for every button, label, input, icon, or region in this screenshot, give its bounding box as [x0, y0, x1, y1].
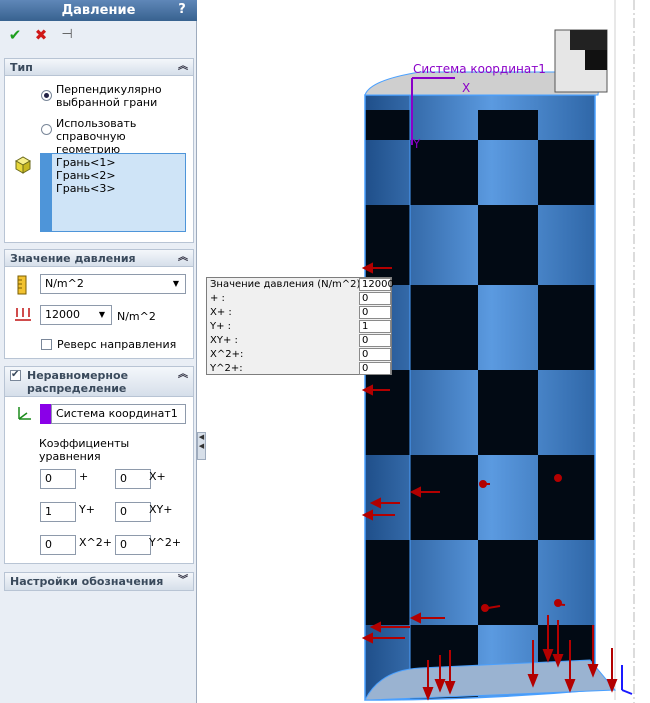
coef-y-input[interactable]: 1 [40, 502, 76, 522]
pressure-icon [15, 308, 31, 321]
coord-system-field[interactable]: Система координат1 [51, 404, 186, 424]
symbol-settings-title: Настройки обозначения [10, 575, 164, 588]
pressure-value-input[interactable]: 12000 ▼ [40, 305, 112, 325]
pin-button[interactable]: ⊣ [58, 26, 76, 44]
panel-title: Давление [0, 0, 197, 21]
coordinate-triad-icon [18, 407, 31, 420]
coef-y2-input[interactable]: 0 [115, 535, 151, 555]
equation-coefficients-label: Коэффициенты уравнения [39, 437, 130, 463]
pressure-value-text: 12000 [45, 308, 80, 321]
cancel-button[interactable]: ✖ [32, 26, 50, 44]
table-row: Значение давления (N/m^2): 12000 [207, 278, 394, 292]
row-value: 0 [359, 362, 391, 375]
row-label: Y+ : [210, 321, 232, 332]
type-group-header[interactable]: Тип ︽ [5, 59, 193, 76]
axis-x-label: X [462, 81, 470, 95]
radio-perpendicular-label: Перпендикулярно выбранной грани [56, 83, 162, 109]
symbol-settings-group: Настройки обозначения ︾ [4, 572, 194, 591]
row-label: Y^2+: [210, 363, 243, 374]
coord-system-value: Система координат1 [56, 407, 178, 420]
origin-triad [621, 665, 633, 695]
expand-chevron-icon[interactable]: ︾ [177, 573, 189, 589]
row-value: 12000 [359, 278, 394, 291]
row-value: 0 [359, 292, 391, 305]
face-cube-icon [14, 156, 32, 174]
coef-constant-input[interactable]: 0 [40, 469, 76, 489]
row-label: X+ : [210, 307, 232, 318]
symbol-settings-header[interactable]: Настройки обозначения ︾ [5, 573, 193, 590]
faces-selection-list[interactable]: Грань<1> Грань<2> Грань<3> [51, 153, 186, 232]
list-item[interactable]: Грань<2> [56, 169, 181, 182]
row-value: 1 [359, 320, 391, 333]
axis-y-label: Y [412, 137, 421, 151]
panel-splitter-handle[interactable]: ◀ ◀ [197, 432, 206, 460]
reverse-direction-checkbox[interactable] [41, 339, 52, 350]
collapse-chevron-icon[interactable]: ︽ [177, 250, 189, 266]
coef-x-value: 0 [120, 472, 127, 485]
list-item[interactable]: Грань<1> [56, 156, 181, 169]
nonuniform-title: Неравномерное распределение [27, 369, 129, 395]
pressure-value-title: Значение давления [10, 252, 136, 265]
coef-constant-label: + [79, 470, 89, 483]
nonuniform-header[interactable]: ✔ Неравномерное распределение ︽ [5, 367, 193, 397]
coord-system-label: Система координат1 [413, 62, 546, 76]
property-manager-panel: Давление ? ✔ ✖ ⊣ Тип ︽ Перпендикулярно в… [0, 0, 197, 703]
checkmark-icon: ✔ [11, 369, 20, 380]
coef-x-input[interactable]: 0 [115, 469, 151, 489]
coef-x2-value: 0 [45, 538, 52, 551]
row-value: 0 [359, 334, 391, 347]
coef-y-value: 1 [45, 505, 52, 518]
radio-reference-geometry[interactable] [41, 124, 52, 135]
units-select-value: N/m^2 [45, 277, 84, 290]
row-label: Значение давления (N/m^2): [210, 279, 364, 290]
coef-xy-input[interactable]: 0 [115, 502, 151, 522]
pressure-value-header[interactable]: Значение давления ︽ [5, 250, 193, 267]
coef-y-label: Y+ [79, 503, 95, 516]
table-row: + : 0 [207, 292, 391, 306]
coef-xy-label: XY+ [149, 503, 173, 516]
list-item[interactable]: Грань<3> [56, 182, 181, 195]
coef-y2-value: 0 [120, 538, 127, 551]
row-value: 0 [359, 348, 391, 361]
nonuniform-distribution-group: ✔ Неравномерное распределение ︽ Система … [4, 366, 194, 564]
ruler-icon [17, 275, 27, 295]
reverse-direction-label: Реверс направления [57, 338, 177, 351]
selection-color-bar [40, 153, 51, 232]
units-select[interactable]: N/m^2 ▼ [40, 274, 186, 294]
coef-x2-label: X^2+ [79, 536, 112, 549]
row-label: X^2+: [210, 349, 244, 360]
pressure-unit-label: N/m^2 [117, 310, 156, 323]
row-value: 0 [359, 306, 391, 319]
row-label: XY+ : [210, 335, 238, 346]
coef-xy-value: 0 [120, 505, 127, 518]
help-button[interactable]: ? [174, 2, 190, 18]
chevron-down-icon[interactable]: ▼ [169, 277, 183, 291]
coef-constant-value: 0 [45, 472, 52, 485]
radio-reference-geometry-label: Использовать справочную геометрию [56, 117, 137, 156]
collapse-chevron-icon[interactable]: ︽ [177, 59, 189, 75]
table-row: X+ : 0 [207, 306, 391, 320]
row-label: + : [210, 293, 225, 304]
ok-button[interactable]: ✔ [6, 26, 24, 44]
table-row: XY+ : 0 [207, 334, 391, 348]
table-row: X^2+: 0 [207, 348, 391, 362]
type-group: Тип ︽ Перпендикулярно выбранной грани Ис… [4, 58, 194, 243]
coefficient-tooltip-table: Значение давления (N/m^2): 12000 + : 0 X+ … [206, 277, 394, 376]
selection-color-bar [40, 404, 51, 424]
table-row: Y+ : 1 [207, 320, 391, 334]
radio-perpendicular[interactable] [41, 90, 52, 101]
coef-x2-input[interactable]: 0 [40, 535, 76, 555]
chevron-down-icon[interactable]: ▼ [95, 308, 109, 322]
coef-x-label: X+ [149, 470, 166, 483]
type-group-title: Тип [10, 61, 33, 74]
collapse-chevron-icon[interactable]: ︽ [177, 367, 189, 383]
coef-y2-label: Y^2+ [149, 536, 182, 549]
pressure-value-group: Значение давления ︽ N/m^2 ▼ 12000 ▼ N/m^… [4, 249, 194, 359]
table-row: Y^2+: 0 [207, 362, 391, 376]
